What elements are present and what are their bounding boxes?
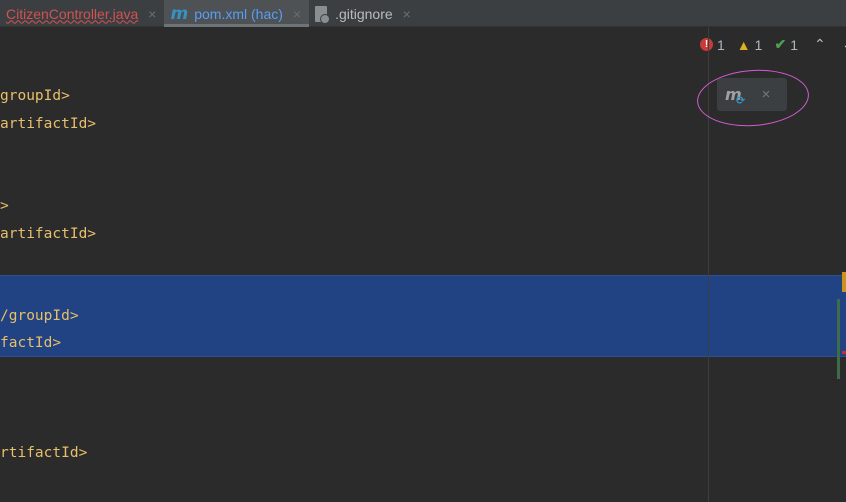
code-line[interactable]: artifactId>	[0, 111, 96, 138]
tab-gitignore[interactable]: .gitignore ×	[309, 0, 419, 27]
check-icon: ✔	[774, 36, 787, 52]
maven-icon: m	[170, 3, 189, 24]
error-count: 1	[717, 36, 725, 53]
selection-highlight	[0, 275, 846, 357]
tab-label: .gitignore	[335, 5, 393, 22]
error-icon: !	[700, 38, 713, 51]
inspection-widget[interactable]: ! 1 ▲ 1 ✔ 1 ⌃ ⌄	[700, 36, 846, 53]
code-line[interactable]: rtifactId>	[0, 440, 87, 467]
ok-count: 1	[790, 36, 798, 53]
code-line[interactable]: /groupId>	[0, 303, 79, 330]
close-icon[interactable]: ×	[148, 6, 156, 22]
change-marker[interactable]	[837, 299, 840, 379]
ignored-file-icon	[315, 5, 331, 24]
error-stripe-marker[interactable]	[842, 351, 846, 354]
warning-icon: ▲	[736, 36, 751, 53]
warning-count: 1	[754, 36, 763, 53]
code-line[interactable]: groupId>	[0, 83, 70, 110]
tab-label: pom.xml (hac)	[194, 5, 283, 22]
editor-tabs: CitizenController.java × m pom.xml (hac)…	[0, 0, 846, 27]
previous-highlight-button[interactable]: ⌃	[814, 36, 826, 53]
code-line[interactable]: >	[0, 193, 9, 220]
annotation-circle	[695, 66, 811, 130]
tab-citizen-controller[interactable]: CitizenController.java ×	[0, 0, 164, 27]
next-highlight-button[interactable]: ⌄	[842, 36, 846, 53]
code-line[interactable]: artifactId>	[0, 221, 96, 248]
code-line[interactable]: factId>	[0, 330, 61, 357]
warning-stripe-marker[interactable]	[842, 272, 846, 292]
tab-label: CitizenController.java	[6, 5, 139, 22]
close-icon[interactable]: ×	[403, 6, 411, 22]
tab-pom-xml[interactable]: m pom.xml (hac) ×	[164, 0, 310, 27]
close-icon[interactable]: ×	[293, 6, 301, 22]
